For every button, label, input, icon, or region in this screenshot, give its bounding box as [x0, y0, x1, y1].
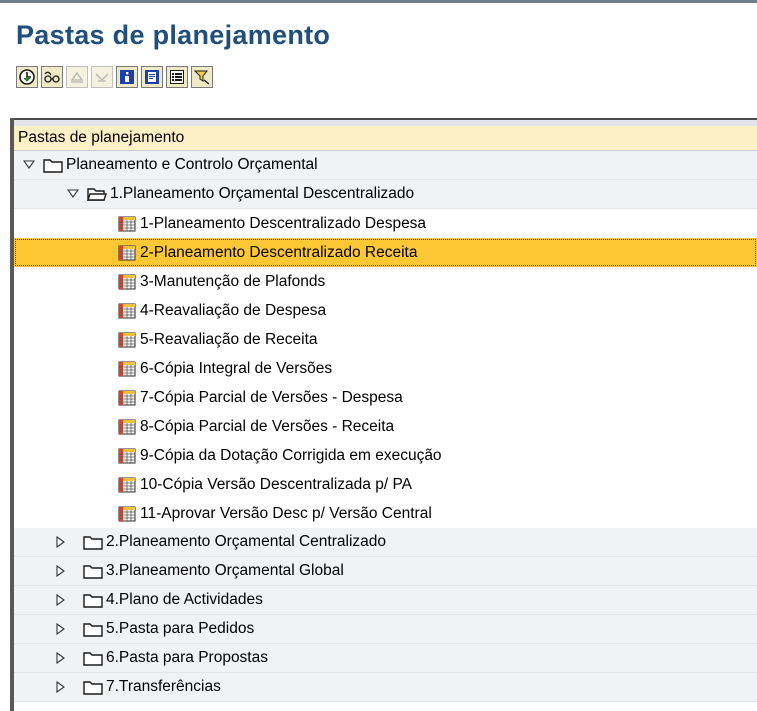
- planning-sheet-icon: [116, 476, 138, 494]
- tree-item-label: 11-Aprovar Versão Desc p/ Versão Central: [140, 504, 432, 522]
- collapse-disabled-icon: [95, 73, 109, 82]
- tree-item-selected[interactable]: 2-Planeamento Descentralizado Receita: [14, 238, 757, 267]
- planning-folder-tree: Pastas de planejamento Planeamento e Con…: [14, 120, 757, 711]
- expand-triangle-right-icon[interactable]: [52, 533, 70, 551]
- tree-item-label: 9-Cópia da Dotação Corrigida em execução: [140, 446, 442, 464]
- collapse-button[interactable]: [91, 66, 113, 88]
- tree-item-label: 4-Reavaliação de Despesa: [140, 301, 327, 319]
- document-button[interactable]: [141, 66, 163, 88]
- tree-item-label: 7-Cópia Parcial de Versões - Despesa: [140, 388, 403, 406]
- toolbar: [16, 66, 216, 94]
- list-icon: [170, 70, 184, 84]
- tree-node-label: Planeamento e Controlo Orçamental: [66, 156, 318, 173]
- tree-item[interactable]: 10-Cópia Versão Descentralizada p/ PA: [14, 470, 757, 499]
- tree-item[interactable]: 1-Planeamento Descentralizado Despesa: [14, 209, 757, 238]
- tree-node-label: 2.Planeamento Orçamental Centralizado: [106, 533, 387, 550]
- filter-icon: [193, 70, 210, 85]
- tree-node-label: 4.Plano de Actividades: [106, 591, 263, 608]
- tree-node-folder[interactable]: 7.Transferências: [14, 673, 757, 702]
- expand-triangle-right-icon[interactable]: [52, 649, 70, 667]
- folder-closed-icon: [82, 620, 104, 638]
- folder-closed-icon: [82, 591, 104, 609]
- folder-closed-icon: [82, 678, 104, 696]
- execute-icon: [19, 69, 35, 85]
- window-top-border: [0, 0, 757, 3]
- planning-sheet-icon: [116, 360, 138, 378]
- tree-item[interactable]: 9-Cópia da Dotação Corrigida em execução: [14, 441, 757, 470]
- tree-node-folder[interactable]: 4.Plano de Actividades: [14, 586, 757, 615]
- planning-sheet-icon: [116, 389, 138, 407]
- folder-open-icon: [86, 185, 108, 203]
- info-icon: [120, 70, 134, 84]
- page-title: Pastas de planejamento: [16, 20, 331, 50]
- planning-sheet-icon: [116, 331, 138, 349]
- tree-item-label: 8-Cópia Parcial de Versões - Receita: [140, 417, 395, 435]
- planning-sheet-icon: [116, 418, 138, 436]
- tree-item[interactable]: 11-Aprovar Versão Desc p/ Versão Central: [14, 499, 757, 528]
- planning-sheet-icon: [116, 273, 138, 291]
- expand-button[interactable]: [66, 66, 88, 88]
- planning-sheet-icon: [116, 447, 138, 465]
- planning-sheet-icon: [116, 215, 138, 233]
- tree-node-label: 3.Planeamento Orçamental Global: [106, 562, 344, 579]
- tree-item[interactable]: 3-Manutenção de Plafonds: [14, 267, 757, 296]
- folder-closed-icon: [82, 649, 104, 667]
- tree-node-label: 6.Pasta para Propostas: [106, 649, 268, 666]
- info-button[interactable]: [116, 66, 138, 88]
- tree-item-label: 2-Planeamento Descentralizado Receita: [140, 243, 418, 261]
- tree-item[interactable]: 8-Cópia Parcial de Versões - Receita: [14, 412, 757, 441]
- tree-item[interactable]: 5-Reavaliação de Receita: [14, 325, 757, 354]
- planning-sheet-icon: [116, 505, 138, 523]
- tree-item-label: 10-Cópia Versão Descentralizada p/ PA: [140, 475, 412, 493]
- tree-node-folder[interactable]: 3.Planeamento Orçamental Global: [14, 557, 757, 586]
- expand-triangle-right-icon[interactable]: [52, 620, 70, 638]
- folder-closed-icon: [82, 562, 104, 580]
- folder-closed-icon: [82, 533, 104, 551]
- list-button[interactable]: [166, 66, 188, 88]
- collapsed-folders-list: 2.Planeamento Orçamental Centralizado 3.P…: [14, 528, 757, 702]
- document-icon: [145, 70, 159, 84]
- tree-item[interactable]: 7-Cópia Parcial de Versões - Despesa: [14, 383, 757, 412]
- expand-triangle-down-icon[interactable]: [64, 185, 82, 203]
- glasses-icon: [44, 71, 60, 83]
- planning-sheet-icon: [116, 244, 138, 262]
- expand-triangle-down-icon[interactable]: [20, 156, 38, 174]
- tree-node-root[interactable]: Planeamento e Controlo Orçamental: [14, 151, 757, 180]
- tree-node-folder[interactable]: 6.Pasta para Propostas: [14, 644, 757, 673]
- glasses-button[interactable]: [41, 66, 63, 88]
- tree-item-label: 6-Cópia Integral de Versões: [140, 359, 333, 377]
- tree-node-folder[interactable]: 2.Planeamento Orçamental Centralizado: [14, 528, 757, 557]
- folder-closed-icon: [42, 156, 64, 174]
- expand-triangle-right-icon[interactable]: [52, 678, 70, 696]
- tree-column-header: Pastas de planejamento: [14, 120, 757, 151]
- expand-triangle-right-icon[interactable]: [52, 562, 70, 580]
- tree-node-folder[interactable]: 5.Pasta para Pedidos: [14, 615, 757, 644]
- execute-button[interactable]: [16, 66, 38, 88]
- tree-item-label: 1-Planeamento Descentralizado Despesa: [140, 214, 427, 232]
- expand-triangle-right-icon[interactable]: [52, 591, 70, 609]
- tree-item[interactable]: 6-Cópia Integral de Versões: [14, 354, 757, 383]
- tree-node-label: 7.Transferências: [106, 678, 221, 695]
- tree-item-label: 5-Reavaliação de Receita: [140, 330, 318, 348]
- tree-node-label: 1.Planeamento Orçamental Descentralizado: [110, 185, 415, 202]
- tree-node-label: 5.Pasta para Pedidos: [106, 620, 255, 637]
- filter-button[interactable]: [191, 66, 213, 88]
- planning-items-list: 1-Planeamento Descentralizado Despesa 2-P…: [14, 209, 757, 528]
- expand-disabled-icon: [70, 71, 84, 83]
- tree-node-group-1[interactable]: 1.Planeamento Orçamental Descentralizado: [14, 180, 757, 209]
- tree-item-label: 3-Manutenção de Plafonds: [140, 272, 326, 290]
- planning-sheet-icon: [116, 302, 138, 320]
- tree-item[interactable]: 4-Reavaliação de Despesa: [14, 296, 757, 325]
